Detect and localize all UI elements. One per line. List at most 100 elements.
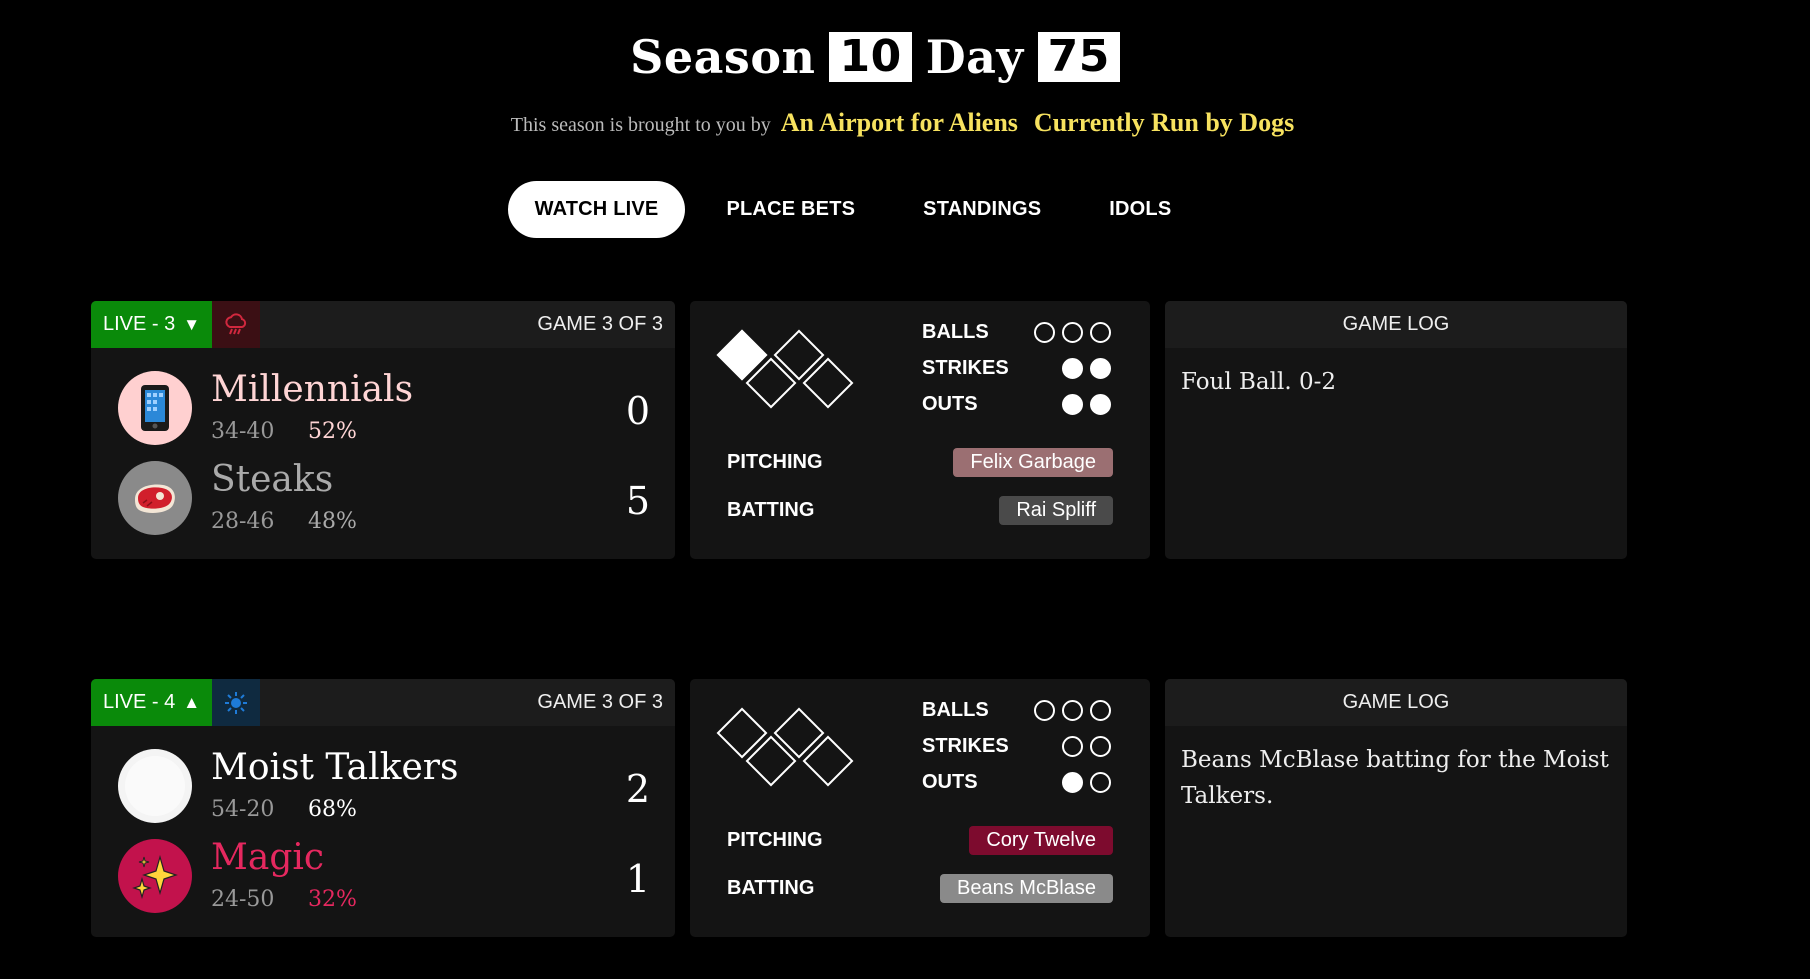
team-record: 28-46 <box>211 509 275 534</box>
outs-dot <box>1062 772 1083 793</box>
game-log-panel: GAME LOG Beans McBlase batting for the M… <box>1165 679 1627 937</box>
away-team[interactable]: Millennials 34-40 52% 0 <box>118 369 658 451</box>
team-name: Millennials <box>211 369 414 410</box>
balls-label: BALLS <box>922 321 989 343</box>
team-score: 0 <box>625 389 650 433</box>
sponsor-prefix: This season is brought to you by <box>510 114 771 136</box>
pitcher-chip[interactable]: Felix Garbage <box>953 448 1113 477</box>
team-record: 34-40 <box>211 419 275 444</box>
outs-dot <box>1062 394 1083 415</box>
win-probability: 32% <box>308 887 357 912</box>
game-state-panel: BALLS STRIKES OUTS PITCHING Felix Garbag… <box>690 301 1150 559</box>
outs-dot <box>1090 772 1111 793</box>
win-probability: 48% <box>308 509 357 534</box>
nav-idols[interactable]: IDOLS <box>1082 181 1198 238</box>
sparkles-icon <box>130 851 180 901</box>
pitcher-chip[interactable]: Cory Twelve <box>969 826 1113 855</box>
team-name: Magic <box>211 837 325 878</box>
away-team[interactable]: Moist Talkers 54-20 68% 2 <box>118 747 658 829</box>
team-logo <box>118 371 192 445</box>
live-label: LIVE - 4 <box>103 691 176 713</box>
team-record: 24-50 <box>211 887 275 912</box>
outs-indicator <box>1062 772 1111 793</box>
strikes-dot <box>1090 736 1111 757</box>
team-record: 54-20 <box>211 797 275 822</box>
team-score: 5 <box>625 479 650 523</box>
strikes-indicator <box>1062 736 1111 757</box>
batting-label: BATTING <box>727 499 815 521</box>
team-name: Moist Talkers <box>211 747 459 788</box>
balls-dot <box>1062 700 1083 721</box>
game-row: LIVE - 3 ▼ GAME 3 OF 3 Millennials 34-40… <box>91 301 1627 559</box>
game-log-text: Foul Ball. 0-2 <box>1181 369 1337 395</box>
home-team[interactable]: Steaks 28-46 48% 5 <box>118 459 658 541</box>
balls-indicator <box>1034 322 1111 343</box>
batter-chip[interactable]: Beans McBlase <box>940 874 1113 903</box>
balls-dot <box>1090 700 1111 721</box>
game-log-text: Beans McBlase batting for the Moist Talk… <box>1181 747 1609 809</box>
day-label: Day <box>925 30 1024 84</box>
scoreboard-panel[interactable]: LIVE - 4 ▲ GAME 3 OF 3 Moist Talkers 54-… <box>91 679 675 937</box>
batting-label: BATTING <box>727 877 815 899</box>
balls-dot <box>1034 322 1055 343</box>
balls-indicator <box>1034 700 1111 721</box>
team-score: 2 <box>625 767 650 811</box>
scoreboard-header: LIVE - 3 ▼ GAME 3 OF 3 <box>91 301 675 348</box>
live-label: LIVE - 3 <box>103 313 176 335</box>
day-number: 75 <box>1037 32 1120 82</box>
white-circle-icon <box>118 749 192 823</box>
game-log-title: GAME LOG <box>1165 301 1627 348</box>
scoreboard-header: LIVE - 4 ▲ GAME 3 OF 3 <box>91 679 675 726</box>
sponsor-line: This season is brought to you by An Airp… <box>0 108 1810 138</box>
team-logo <box>118 839 192 913</box>
strikes-dot <box>1090 358 1111 379</box>
nav-standings[interactable]: STANDINGS <box>896 181 1068 238</box>
live-inning-badge: LIVE - 4 ▲ <box>91 679 215 726</box>
balls-dot <box>1034 700 1055 721</box>
win-probability: 68% <box>308 797 357 822</box>
game-log-panel: GAME LOG Foul Ball. 0-2 <box>1165 301 1627 559</box>
nav-place-bets[interactable]: PLACE BETS <box>699 181 882 238</box>
inning-half-icon: ▼ <box>183 314 201 334</box>
rain-cloud-icon[interactable] <box>212 301 260 348</box>
outs-label: OUTS <box>922 393 978 415</box>
outs-dot <box>1090 394 1111 415</box>
team-logo <box>118 749 192 823</box>
sun-icon[interactable] <box>212 679 260 726</box>
game-log-title: GAME LOG <box>1165 679 1627 726</box>
balls-dot <box>1062 322 1083 343</box>
strikes-indicator <box>1062 358 1111 379</box>
steak-icon <box>131 479 179 517</box>
page-header: Season 10 Day 75 This season is brought … <box>0 30 1810 138</box>
team-name: Steaks <box>211 459 334 500</box>
sponsor-name[interactable]: Currently Run by Dogs <box>1034 108 1294 138</box>
sponsor-name[interactable]: An Airport for Aliens <box>781 108 1018 138</box>
game-row: LIVE - 4 ▲ GAME 3 OF 3 Moist Talkers 54-… <box>91 679 1627 937</box>
season-label: Season <box>630 30 816 84</box>
strikes-dot <box>1062 358 1083 379</box>
balls-dot <box>1090 322 1111 343</box>
series-game-label: GAME 3 OF 3 <box>537 313 663 335</box>
outs-label: OUTS <box>922 771 978 793</box>
nav-watch-live[interactable]: WATCH LIVE <box>507 181 686 238</box>
win-probability: 52% <box>308 419 357 444</box>
series-game-label: GAME 3 OF 3 <box>537 691 663 713</box>
batter-chip[interactable]: Rai Spliff <box>999 496 1113 525</box>
inning-half-icon: ▲ <box>183 692 201 712</box>
team-score: 1 <box>625 857 650 901</box>
live-inning-badge: LIVE - 3 ▼ <box>91 301 215 348</box>
strikes-dot <box>1062 736 1083 757</box>
season-number: 10 <box>829 32 912 82</box>
game-state-panel: BALLS STRIKES OUTS PITCHING Cory Twelve … <box>690 679 1150 937</box>
base-diamond <box>716 325 880 425</box>
home-team[interactable]: Magic 24-50 32% 1 <box>118 837 658 919</box>
pitching-label: PITCHING <box>727 451 823 473</box>
strikes-label: STRIKES <box>922 735 1009 757</box>
outs-indicator <box>1062 394 1111 415</box>
season-day-title: Season 10 Day 75 <box>0 30 1810 84</box>
mobile-phone-icon <box>138 384 172 432</box>
team-logo <box>118 461 192 535</box>
balls-label: BALLS <box>922 699 989 721</box>
scoreboard-panel[interactable]: LIVE - 3 ▼ GAME 3 OF 3 Millennials 34-40… <box>91 301 675 559</box>
main-nav: WATCH LIVE PLACE BETS STANDINGS IDOLS <box>0 181 1810 238</box>
